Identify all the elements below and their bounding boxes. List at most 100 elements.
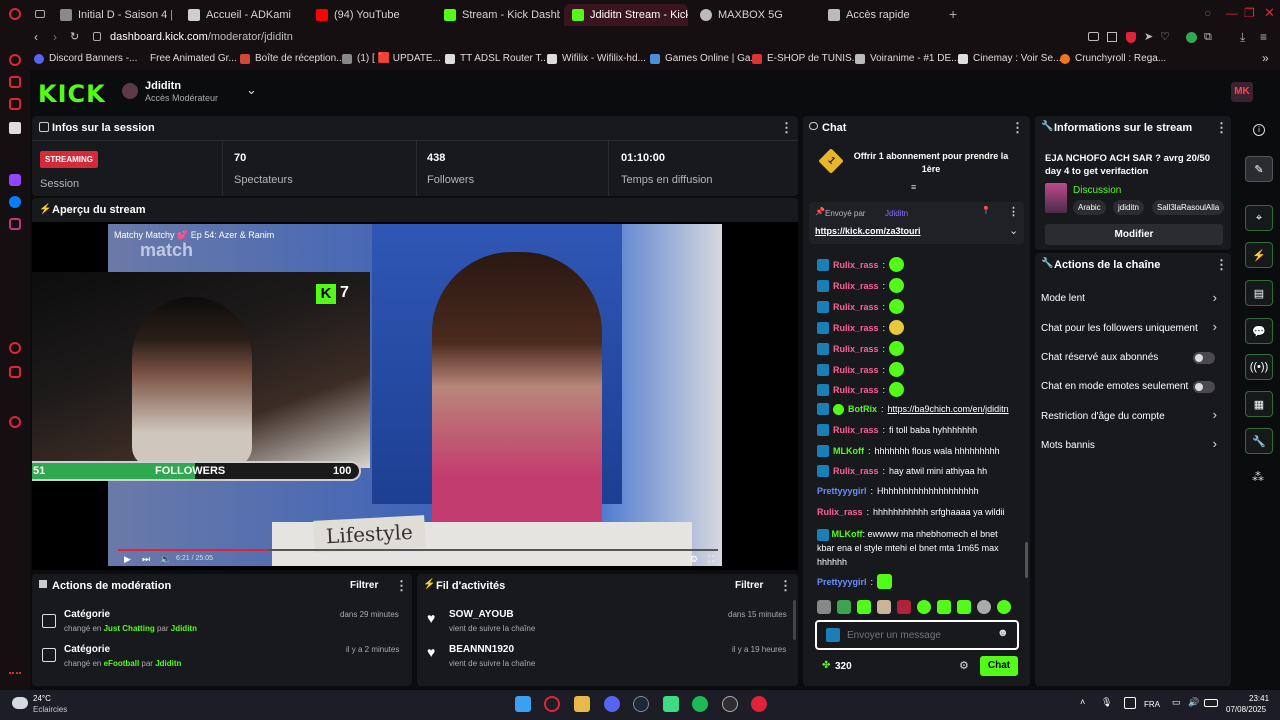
emote-icon[interactable] — [817, 600, 831, 614]
settings-icon[interactable] — [9, 416, 21, 428]
tab-kick-dashboard[interactable]: Stream - Kick Dashboard — [436, 4, 560, 26]
discord-icon[interactable] — [604, 696, 620, 712]
reload-icon[interactable]: ↻ — [70, 30, 79, 43]
chat-settings-icon[interactable]: ⚙ — [959, 659, 969, 672]
more-icon[interactable] — [9, 672, 21, 676]
history-icon[interactable] — [9, 342, 21, 354]
speed-dial-icon[interactable] — [9, 76, 21, 88]
chat-user[interactable]: MLKoff — [832, 529, 863, 539]
weather-icon[interactable] — [12, 697, 28, 709]
back-icon[interactable]: ‹ — [34, 30, 38, 44]
bookmark-item[interactable]: Wifilix - Wifilix-hd... — [547, 53, 646, 64]
edit-tool-button[interactable]: ✎ — [1245, 156, 1273, 182]
tab-island-icon[interactable] — [35, 10, 45, 18]
android-icon[interactable] — [663, 696, 679, 712]
lightning-tool-button[interactable]: ⚡ — [1245, 242, 1273, 268]
clock-time[interactable]: 23:41 — [1249, 694, 1269, 703]
chat-user[interactable]: Rulix_rass — [833, 425, 879, 435]
pinned-link[interactable]: https://kick.com/za3touri — [815, 226, 921, 236]
chat-tool-button[interactable]: 💬 — [1245, 318, 1273, 344]
emote-icon[interactable] — [897, 600, 911, 614]
scrollbar[interactable] — [793, 600, 796, 640]
clock-date[interactable]: 07/08/2025 — [1226, 705, 1266, 714]
tab-initial-d[interactable]: Initial D - Saison 4 | Anim — [52, 4, 172, 26]
send-icon[interactable]: ➤ — [1144, 30, 1153, 43]
chevron-right-icon[interactable]: › — [1213, 290, 1217, 305]
settings-gear-icon[interactable]: ⚙ — [690, 554, 698, 565]
mic-icon[interactable]: 🎙 — [1101, 697, 1112, 708]
forward-icon[interactable]: › — [53, 30, 57, 44]
fullscreen-icon[interactable]: ⛶ — [708, 554, 714, 565]
chat-message-input[interactable] — [847, 626, 987, 644]
layout-tool-button[interactable]: ▦ — [1245, 391, 1273, 417]
heart-sidebar-icon[interactable] — [9, 366, 21, 378]
language-indicator[interactable]: FRA — [1144, 700, 1160, 709]
download-icon[interactable]: ⤓ — [1240, 30, 1245, 45]
action-slow-mode[interactable]: Mode lent — [1041, 293, 1231, 304]
action-age-restriction[interactable]: Restriction d'âge du compte — [1041, 411, 1231, 422]
snapshot-icon[interactable] — [1107, 32, 1117, 42]
integrations-icon[interactable]: ⁂ — [1252, 470, 1264, 484]
more-options-icon[interactable]: ⋮ — [779, 578, 792, 594]
emote-icon[interactable] — [957, 600, 971, 614]
bookmark-item[interactable]: Boîte de réception... — [240, 53, 345, 64]
opera-taskbar-icon[interactable] — [544, 696, 560, 712]
bookmark-item[interactable]: E-SHOP de TUNIS... — [752, 53, 860, 64]
display-icon[interactable]: ▭ — [1172, 697, 1181, 708]
chat-input-box[interactable]: ☻ — [815, 620, 1019, 650]
tab-adkami[interactable]: Accueil - ADKami — [180, 4, 300, 26]
chevron-right-icon[interactable]: › — [1213, 319, 1217, 334]
emote-icon[interactable] — [937, 600, 951, 614]
more-bookmarks-icon[interactable]: » — [1262, 51, 1269, 65]
chevron-down-icon[interactable]: ⌄ — [1009, 224, 1018, 237]
chat-user[interactable]: Rulix_rass — [833, 281, 879, 291]
channel-avatar[interactable] — [122, 83, 138, 99]
more-options-icon[interactable]: ⋮ — [1011, 120, 1024, 136]
chat-user[interactable]: Rulix_rass — [833, 466, 879, 476]
chat-user[interactable]: Rulix_rass — [833, 323, 879, 333]
video-progress-bar[interactable] — [118, 549, 718, 551]
more-options-icon[interactable]: ⋮ — [1215, 257, 1228, 273]
scan-tool-button[interactable]: ⌖ — [1245, 205, 1273, 231]
camera-icon[interactable] — [1088, 32, 1099, 41]
emote-icon[interactable] — [997, 600, 1011, 614]
unpin-icon[interactable]: 📍 — [981, 206, 991, 215]
emote-icon[interactable] — [917, 600, 931, 614]
opera-logo-icon[interactable] — [9, 8, 21, 20]
menu-icon[interactable]: ≡ — [1260, 30, 1267, 44]
more-options-icon[interactable]: ⋮ — [1008, 205, 1019, 218]
close-window-icon[interactable]: ✕ — [1264, 5, 1275, 21]
broadcast-tool-button[interactable]: ((•)) — [1245, 354, 1273, 380]
chat-scrollbar[interactable] — [1025, 542, 1028, 578]
info-circle-icon[interactable]: i — [1253, 124, 1265, 136]
news-icon[interactable] — [9, 98, 21, 110]
chat-user[interactable]: Rulix_rass — [833, 344, 879, 354]
steam-icon[interactable] — [633, 696, 649, 712]
chat-user[interactable]: Rulix_rass — [833, 385, 879, 395]
search-tabs-icon[interactable]: ○ — [1204, 6, 1211, 20]
tab-youtube[interactable]: (94) YouTube — [308, 4, 428, 26]
more-options-icon[interactable]: ⋮ — [395, 578, 408, 594]
heart-icon[interactable]: ♡ — [1160, 30, 1170, 43]
explorer-icon[interactable] — [574, 696, 590, 712]
category-name[interactable]: Discussion — [1073, 185, 1121, 196]
sub-offer[interactable]: Offrir 1 abonnement pour prendre la 1ère — [851, 150, 1011, 176]
tag[interactable]: jdiditn — [1113, 200, 1144, 215]
new-tab-icon[interactable]: + — [949, 6, 957, 22]
video-player[interactable]: Lifestyle Matchy Matchy 💕 Ep 54: Azer & … — [32, 222, 798, 570]
tab-maxbox[interactable]: MAXBOX 5G — [692, 4, 816, 26]
subscribers-only-toggle[interactable] — [1193, 352, 1215, 364]
points-value[interactable]: 320 — [835, 661, 852, 672]
tag[interactable]: Arabic — [1073, 200, 1106, 215]
bookmark-item[interactable]: Cinemay : Voir Se... — [958, 53, 1061, 64]
bookmark-item[interactable]: Voiranime - #1 DE... — [855, 53, 959, 64]
action-banned-words[interactable]: Mots bannis — [1041, 440, 1231, 451]
emote-icon[interactable] — [857, 600, 871, 614]
bookmark-item[interactable]: Free Animated Gr... — [150, 53, 237, 64]
emoji-icon[interactable]: ☻ — [997, 627, 1009, 639]
tab-kick-stream[interactable]: Jdiditn Stream - Kick — [564, 4, 688, 26]
edit-button[interactable]: Modifier — [1045, 224, 1223, 245]
next-icon[interactable]: ⏭ — [142, 554, 150, 565]
send-chat-button[interactable]: Chat — [980, 656, 1018, 676]
taskbar-app-icon[interactable] — [1124, 697, 1136, 709]
